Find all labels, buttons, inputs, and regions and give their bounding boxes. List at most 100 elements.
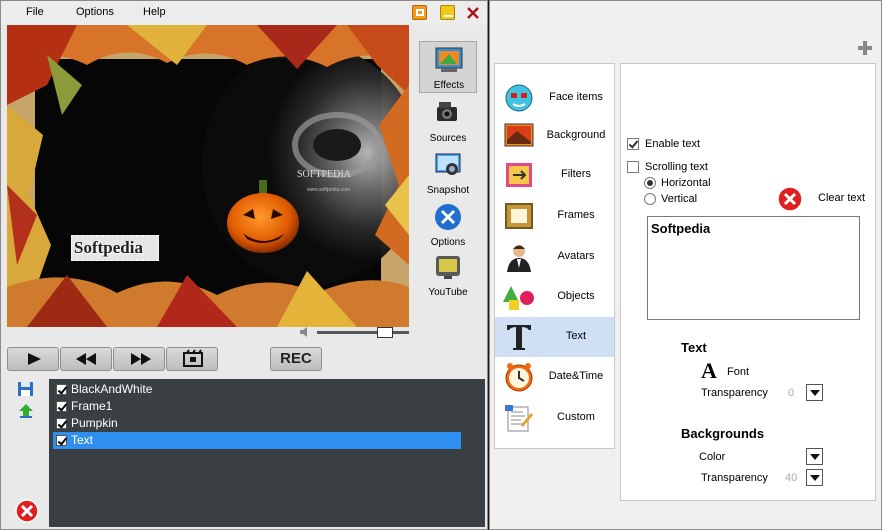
bg-transparency-value: 40	[785, 472, 798, 484]
category-label: Avatars	[557, 250, 595, 262]
layer-item[interactable]: Frame1	[53, 398, 461, 415]
main-window: File Options Help SOFTPEDIA www.softpedi…	[0, 0, 488, 530]
layer-item[interactable]: BlackAndWhite	[53, 381, 461, 398]
horizontal-label: Horizontal	[661, 177, 711, 189]
category-date-time[interactable]: Date&Time	[495, 357, 614, 397]
tool-snapshot-label: Snapshot	[426, 185, 470, 196]
youtube-icon	[436, 256, 460, 279]
layer-name: Text	[71, 433, 94, 447]
tool-options-label: Options	[430, 237, 466, 248]
clip-button[interactable]	[166, 347, 218, 371]
tool-youtube[interactable]: YouTube	[419, 249, 477, 301]
volume-slider[interactable]	[317, 327, 409, 339]
video-preview[interactable]: SOFTPEDIA www.softpedia.com Softpedia	[7, 25, 409, 327]
tool-sources-label: Sources	[429, 133, 467, 144]
play-button[interactable]	[7, 347, 59, 371]
tool-sources[interactable]: Sources	[419, 95, 477, 147]
text-transparency-dropdown[interactable]	[806, 384, 823, 401]
tool-effects-label: Effects	[433, 80, 465, 91]
enable-text-checkbox[interactable]	[627, 138, 639, 150]
horizontal-radio[interactable]	[644, 177, 656, 189]
category-filters[interactable]: Filters	[495, 155, 614, 195]
layer-checkbox[interactable]	[56, 401, 67, 412]
clock-icon	[505, 363, 533, 392]
bg-color-label: Color	[699, 451, 726, 463]
clear-text-label[interactable]: Clear text	[818, 192, 865, 204]
category-frames[interactable]: Frames	[495, 196, 614, 236]
restore-button[interactable]	[412, 5, 427, 20]
backgrounds-section-heading: Backgrounds	[681, 426, 765, 441]
tool-options[interactable]: Options	[419, 199, 477, 251]
objects-icon	[503, 286, 534, 310]
menu-file[interactable]: File	[26, 6, 44, 18]
text-section-heading: Text	[681, 340, 707, 355]
layer-checkbox[interactable]	[56, 435, 67, 446]
menu-bar: File Options Help	[1, 1, 487, 25]
enable-text-label: Enable text	[645, 138, 701, 150]
filters-icon	[506, 163, 532, 187]
bg-transparency-dropdown[interactable]	[806, 469, 823, 486]
rewind-button[interactable]	[60, 347, 112, 371]
restore-icon	[416, 9, 424, 16]
font-label[interactable]: Font	[727, 366, 749, 378]
minimize-icon	[444, 15, 453, 17]
category-label: Filters	[561, 168, 591, 180]
layer-name: Pumpkin	[71, 416, 118, 430]
bg-color-dropdown[interactable]	[806, 448, 823, 465]
text-transparency-value: 0	[788, 387, 795, 399]
layer-name: BlackAndWhite	[71, 382, 153, 396]
vertical-radio[interactable]	[644, 193, 656, 205]
tool-snapshot[interactable]: Snapshot	[419, 147, 477, 199]
volume-icon	[299, 326, 311, 338]
sources-icon	[437, 102, 457, 121]
avatars-icon	[507, 245, 531, 272]
delete-layer-button[interactable]	[15, 499, 39, 523]
category-label: Objects	[557, 290, 595, 302]
category-custom[interactable]: Custom	[495, 398, 614, 438]
category-label: Text	[565, 330, 587, 342]
category-face-items[interactable]: Face items	[495, 78, 614, 118]
background-icon	[504, 123, 534, 147]
clip-icon	[183, 349, 203, 367]
volume-slider-thumb[interactable]	[377, 327, 393, 338]
category-text[interactable]: Text	[495, 317, 614, 357]
layer-name: Frame1	[71, 399, 113, 413]
tool-effects[interactable]: Effects	[419, 41, 477, 93]
text-overlay-label: Softpedia	[74, 238, 143, 257]
snapshot-icon	[435, 153, 461, 175]
delete-icon	[15, 499, 39, 523]
scrolling-text-checkbox[interactable]	[627, 161, 639, 173]
layer-item-selected[interactable]: Text	[53, 432, 461, 449]
menu-options[interactable]: Options	[76, 6, 114, 18]
category-avatars[interactable]: Avatars	[495, 237, 614, 277]
menu-help[interactable]: Help	[143, 6, 166, 18]
upload-icon[interactable]	[17, 403, 35, 419]
tool-sidebar: Effects Sources Snapshot Options YouTube	[415, 39, 483, 329]
effects-icon	[435, 47, 463, 72]
layer-item[interactable]: Pumpkin	[53, 415, 461, 432]
vertical-label: Vertical	[661, 193, 698, 205]
category-label: Background	[546, 129, 606, 141]
face-items-icon	[505, 84, 533, 112]
text-transparency-label: Transparency	[701, 387, 768, 399]
text-settings-panel: Enable text Scrolling text Horizontal Ve…	[620, 63, 876, 501]
layer-checkbox[interactable]	[56, 418, 67, 429]
category-background[interactable]: Background	[495, 116, 614, 156]
minimize-button[interactable]	[440, 5, 455, 20]
bg-transparency-label: Transparency	[701, 472, 768, 484]
rewind-icon	[76, 353, 96, 365]
forward-button[interactable]	[113, 347, 165, 371]
layer-checkbox[interactable]	[56, 384, 67, 395]
font-icon[interactable]: A	[701, 358, 717, 384]
add-button[interactable]	[856, 39, 874, 57]
clear-text-button[interactable]	[777, 186, 803, 212]
preview-watermark: SOFTPEDIA	[297, 169, 352, 180]
category-objects[interactable]: Objects	[495, 277, 614, 317]
close-button[interactable]	[465, 5, 481, 21]
text-overlay[interactable]: Softpedia	[71, 235, 159, 261]
save-icon[interactable]	[17, 381, 35, 397]
frames-icon	[505, 203, 533, 229]
record-button[interactable]: REC	[270, 347, 322, 371]
text-input[interactable]: Softpedia	[647, 216, 860, 320]
custom-icon	[505, 405, 533, 432]
